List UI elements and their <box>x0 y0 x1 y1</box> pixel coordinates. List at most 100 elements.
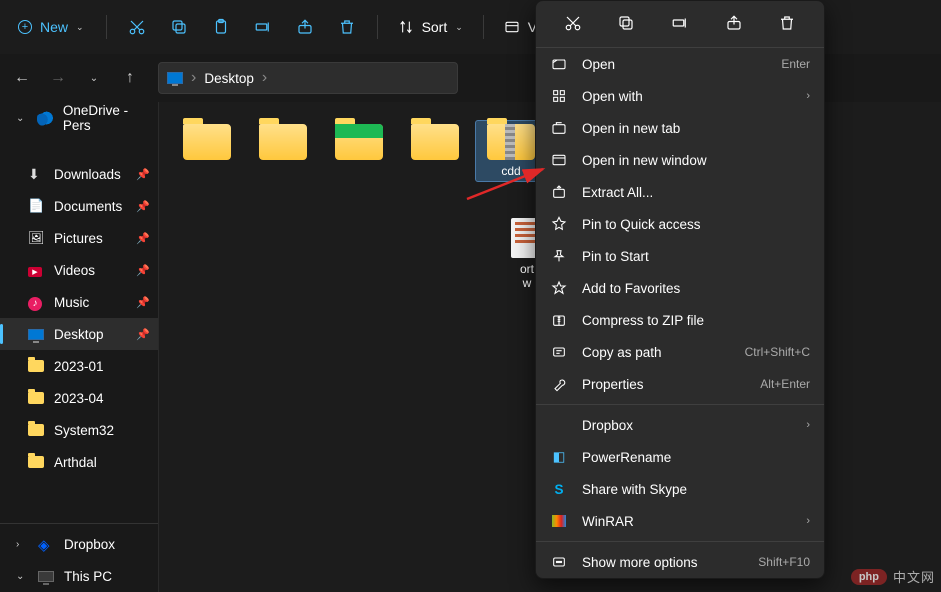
view-icon <box>504 19 520 35</box>
sidebar-item-onedrive[interactable]: ⌄ OneDrive - Pers <box>0 102 158 134</box>
ctx-pin-quick-access[interactable]: Pin to Quick access <box>536 208 824 240</box>
file-label: ortw <box>520 262 534 291</box>
file-label: cdd <box>501 164 520 178</box>
forward-button[interactable]: → <box>42 62 74 94</box>
video-icon <box>28 262 44 278</box>
ctx-cut-icon[interactable] <box>555 7 591 39</box>
sidebar-item-2023-04[interactable]: 2023-04 <box>0 382 158 414</box>
new-window-icon <box>550 151 568 169</box>
chevron-right-icon: › <box>806 90 810 102</box>
new-label: New <box>40 19 68 35</box>
music-icon <box>28 294 44 310</box>
folder-item[interactable] <box>171 120 243 182</box>
sidebar-item-label: Documents <box>54 199 122 214</box>
ctx-compress-zip[interactable]: Compress to ZIP file <box>536 304 824 336</box>
ctx-share-skype[interactable]: SShare with Skype <box>536 473 824 505</box>
sidebar-item-2023-01[interactable]: 2023-01 <box>0 350 158 382</box>
ctx-copy-icon[interactable] <box>608 7 644 39</box>
delete-icon[interactable] <box>327 9 367 45</box>
watermark-text: 中文网 <box>893 567 935 586</box>
recent-button[interactable]: ⌄ <box>78 62 110 94</box>
ctx-open[interactable]: OpenEnter <box>536 48 824 80</box>
sidebar-item-label: OneDrive - Pers <box>63 103 150 133</box>
folder-item[interactable] <box>247 120 319 182</box>
chevron-right-icon: › <box>806 419 810 431</box>
sidebar-item-downloads[interactable]: Downloads 📌 <box>0 158 158 190</box>
ctx-open-new-tab[interactable]: Open in new tab <box>536 112 824 144</box>
sidebar-item-system32[interactable]: System32 <box>0 414 158 446</box>
ctx-powerrename[interactable]: ◧PowerRename <box>536 441 824 473</box>
sidebar-item-label: Videos <box>54 263 95 278</box>
chevron-right-icon: › <box>806 515 810 527</box>
pin-icon[interactable]: 📌 <box>136 328 150 341</box>
share-icon[interactable] <box>285 9 325 45</box>
sidebar-item-documents[interactable]: Documents 📌 <box>0 190 158 222</box>
ctx-dropbox[interactable]: Dropbox› <box>536 409 824 441</box>
powerrename-icon: ◧ <box>550 448 568 466</box>
download-icon <box>28 166 44 182</box>
more-icon <box>550 553 568 571</box>
back-button[interactable]: ← <box>6 62 38 94</box>
folder-icon <box>28 360 44 372</box>
separator <box>483 15 484 39</box>
ctx-delete-icon[interactable] <box>769 7 805 39</box>
ctx-add-favorites[interactable]: Add to Favorites <box>536 272 824 304</box>
ctx-pin-start[interactable]: Pin to Start <box>536 240 824 272</box>
separator <box>377 15 378 39</box>
sort-button[interactable]: Sort ⌄ <box>388 13 473 41</box>
sidebar-item-thispc[interactable]: ⌄ This PC <box>0 560 158 592</box>
sidebar-item-label: Music <box>54 295 89 310</box>
sidebar-item-pictures[interactable]: Pictures 📌 <box>0 222 158 254</box>
address-bar[interactable]: › Desktop › <box>158 62 458 94</box>
sidebar-item-music[interactable]: Music 📌 <box>0 286 158 318</box>
separator <box>106 15 107 39</box>
sidebar-item-label: Arthdal <box>54 455 97 470</box>
pin-icon[interactable]: 📌 <box>136 168 150 181</box>
ctx-open-new-window[interactable]: Open in new window <box>536 144 824 176</box>
folder-item[interactable] <box>399 120 471 182</box>
pin-icon[interactable]: 📌 <box>136 200 150 213</box>
sidebar-item-label: 2023-04 <box>54 391 104 406</box>
copy-icon[interactable] <box>159 9 199 45</box>
pin-icon[interactable]: 📌 <box>136 264 150 277</box>
sidebar-item-label: 2023-01 <box>54 359 104 374</box>
rename-icon[interactable] <box>243 9 283 45</box>
ctx-extract-all[interactable]: Extract All... <box>536 176 824 208</box>
sidebar-item-arthdal[interactable]: Arthdal <box>0 446 158 478</box>
new-button[interactable]: + New ⌄ <box>6 13 96 41</box>
sidebar-item-dropbox[interactable]: › Dropbox <box>0 528 158 560</box>
ctx-winrar[interactable]: WinRAR› <box>536 505 824 537</box>
up-button[interactable]: ↑ <box>114 62 146 94</box>
extract-icon <box>550 183 568 201</box>
new-tab-icon <box>550 119 568 137</box>
ctx-open-with[interactable]: Open with› <box>536 80 824 112</box>
winrar-icon <box>550 512 568 530</box>
folder-icon <box>28 424 44 436</box>
breadcrumb-location[interactable]: Desktop <box>204 71 254 86</box>
chevron-down-icon: ⌄ <box>16 571 28 582</box>
sidebar-item-desktop[interactable]: Desktop 📌 <box>0 318 158 350</box>
pc-icon <box>38 571 54 582</box>
wrench-icon <box>550 375 568 393</box>
folder-icon <box>335 124 383 160</box>
pin-icon <box>550 247 568 265</box>
ctx-share-icon[interactable] <box>716 7 752 39</box>
dropbox-icon <box>38 536 54 552</box>
folder-item[interactable] <box>323 120 395 182</box>
star-icon <box>550 279 568 297</box>
chevron-down-icon: ⌄ <box>455 22 463 33</box>
folder-icon <box>28 392 44 404</box>
ctx-rename-icon[interactable] <box>662 7 698 39</box>
sidebar-item-videos[interactable]: Videos 📌 <box>0 254 158 286</box>
ctx-show-more[interactable]: Show more optionsShift+F10 <box>536 546 824 578</box>
ctx-copy-path[interactable]: Copy as pathCtrl+Shift+C <box>536 336 824 368</box>
sidebar-item-label: Pictures <box>54 231 103 246</box>
ctx-properties[interactable]: PropertiesAlt+Enter <box>536 368 824 400</box>
cut-icon[interactable] <box>117 9 157 45</box>
pin-icon[interactable]: 📌 <box>136 232 150 245</box>
breadcrumb-separator: › <box>191 69 196 87</box>
paste-icon[interactable] <box>201 9 241 45</box>
zip-icon <box>550 311 568 329</box>
desktop-icon <box>167 72 183 84</box>
pin-icon[interactable]: 📌 <box>136 296 150 309</box>
